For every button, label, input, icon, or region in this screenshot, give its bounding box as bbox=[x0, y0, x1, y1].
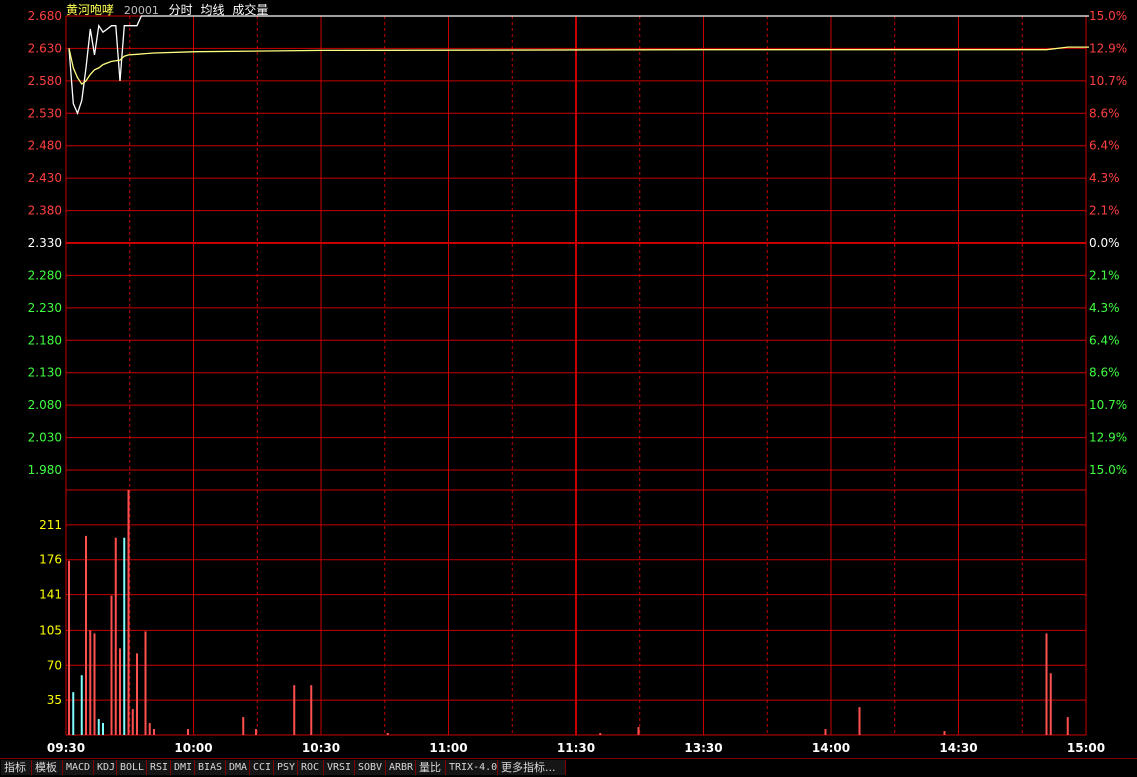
price-tick-label: 2.630 bbox=[28, 41, 62, 55]
percent-tick-label: 6.4% bbox=[1089, 333, 1120, 347]
volume-tick-label: 211 bbox=[39, 518, 62, 532]
time-tick-label: 13:30 bbox=[684, 741, 722, 755]
price-tick-label: 2.580 bbox=[28, 74, 62, 88]
price-tick-label: 2.130 bbox=[28, 366, 62, 380]
price-tick-label: 2.230 bbox=[28, 301, 62, 315]
percent-tick-label: 10.7% bbox=[1089, 398, 1127, 412]
indicator-label-timeshare[interactable]: 分时 bbox=[169, 3, 193, 17]
volume-tick-label: 35 bbox=[47, 693, 62, 707]
price-tick-label: 2.030 bbox=[28, 431, 62, 445]
tab-more-indicators[interactable]: 更多指标... bbox=[498, 760, 566, 775]
price-tick-label: 2.280 bbox=[28, 268, 62, 282]
indicator-tab-bar: 指标 模板 MACD KDJ BOLL RSI DMI BIAS DMA CCI… bbox=[0, 758, 1137, 777]
time-tick-label: 14:30 bbox=[939, 741, 977, 755]
tab-vrsi[interactable]: VRSI bbox=[324, 760, 355, 775]
tab-rsi[interactable]: RSI bbox=[147, 760, 171, 775]
percent-tick-label: 15.0% bbox=[1089, 463, 1127, 477]
time-tick-label: 10:00 bbox=[174, 741, 212, 755]
percent-tick-label: 2.1% bbox=[1089, 268, 1120, 282]
time-tick-label: 11:00 bbox=[429, 741, 467, 755]
percent-axis-right: 15.0% 12.9% 10.7% 8.6% 6.4% 4.3% 2.1% 0.0% 2.1% 4… bbox=[1089, 9, 1127, 477]
percent-tick-label: 8.6% bbox=[1089, 366, 1120, 380]
indicator-label-average[interactable]: 均线 bbox=[201, 3, 225, 17]
price-tick-label: 2.430 bbox=[28, 171, 62, 185]
price-axis-left: 2.680 2.630 2.580 2.530 2.480 2.430 2.380 2.330… bbox=[28, 9, 62, 477]
time-tick-label: 15:00 bbox=[1067, 741, 1105, 755]
percent-tick-label: 0.0% bbox=[1089, 236, 1120, 250]
tab-sobv[interactable]: SOBV bbox=[355, 760, 386, 775]
time-tick-label: 10:30 bbox=[302, 741, 340, 755]
percent-tick-label: 12.9% bbox=[1089, 41, 1127, 55]
price-series bbox=[68, 15, 1089, 116]
percent-tick-label: 15.0% bbox=[1089, 9, 1127, 23]
volume-axis: 211 176 141 105 70 35 bbox=[39, 518, 62, 707]
tab-macd[interactable]: MACD bbox=[63, 760, 94, 775]
indicator-label-volume[interactable]: 成交量 bbox=[232, 3, 268, 17]
percent-tick-label: 8.6% bbox=[1089, 106, 1120, 120]
price-line bbox=[68, 15, 1089, 116]
volume-tick-label: 141 bbox=[39, 588, 62, 602]
price-tick-label: 2.680 bbox=[28, 9, 62, 23]
tab-dmi[interactable]: DMI bbox=[171, 760, 195, 775]
percent-tick-label: 12.9% bbox=[1089, 431, 1127, 445]
percent-tick-label: 4.3% bbox=[1089, 171, 1120, 185]
average-price-line bbox=[68, 46, 1089, 86]
tab-templates[interactable]: 模板 bbox=[32, 760, 63, 775]
price-tick-label: 2.080 bbox=[28, 398, 62, 412]
time-tick-label: 09:30 bbox=[47, 741, 85, 755]
percent-tick-label: 10.7% bbox=[1089, 74, 1127, 88]
percent-tick-label: 4.3% bbox=[1089, 301, 1120, 315]
percent-tick-label: 2.1% bbox=[1089, 204, 1120, 218]
chart-grid bbox=[65, 15, 1087, 736]
stock-name: 黄河咆哮 bbox=[66, 3, 115, 17]
volume-tick-label: 176 bbox=[39, 553, 62, 567]
time-tick-label: 14:00 bbox=[812, 741, 850, 755]
tab-arbr[interactable]: ARBR bbox=[386, 760, 416, 775]
chart-header: 黄河咆哮 20001 分时 均线 成交量 bbox=[66, 1, 274, 17]
tab-kdj[interactable]: KDJ bbox=[94, 760, 117, 775]
percent-tick-label: 6.4% bbox=[1089, 139, 1120, 153]
stock-code: 20001 bbox=[123, 4, 159, 17]
tab-roc[interactable]: ROC bbox=[298, 760, 324, 775]
tab-trix[interactable]: TRIX-4.0 bbox=[446, 760, 498, 775]
price-tick-label: 2.180 bbox=[28, 333, 62, 347]
intraday-chart[interactable]: 2.680 2.630 2.580 2.530 2.480 2.430 2.380 2.330… bbox=[0, 0, 1137, 758]
price-tick-label: 2.330 bbox=[28, 236, 62, 250]
price-tick-label: 1.980 bbox=[28, 463, 62, 477]
time-axis: 09:30 10:00 10:30 11:00 11:30 13:30 14:00 14:30… bbox=[47, 741, 1105, 755]
tab-psy[interactable]: PSY bbox=[274, 760, 298, 775]
volume-bars bbox=[68, 490, 1069, 735]
tab-bias[interactable]: BIAS bbox=[195, 760, 226, 775]
tab-volume-ratio[interactable]: 量比 bbox=[416, 760, 446, 775]
tab-indicators[interactable]: 指标 bbox=[1, 760, 32, 775]
volume-tick-label: 105 bbox=[39, 623, 62, 637]
tab-boll[interactable]: BOLL bbox=[117, 760, 147, 775]
price-tick-label: 2.480 bbox=[28, 139, 62, 153]
time-tick-label: 11:30 bbox=[557, 741, 595, 755]
price-tick-label: 2.380 bbox=[28, 204, 62, 218]
volume-tick-label: 70 bbox=[47, 658, 62, 672]
tab-dma[interactable]: DMA bbox=[226, 760, 250, 775]
tab-cci[interactable]: CCI bbox=[250, 760, 274, 775]
price-tick-label: 2.530 bbox=[28, 106, 62, 120]
